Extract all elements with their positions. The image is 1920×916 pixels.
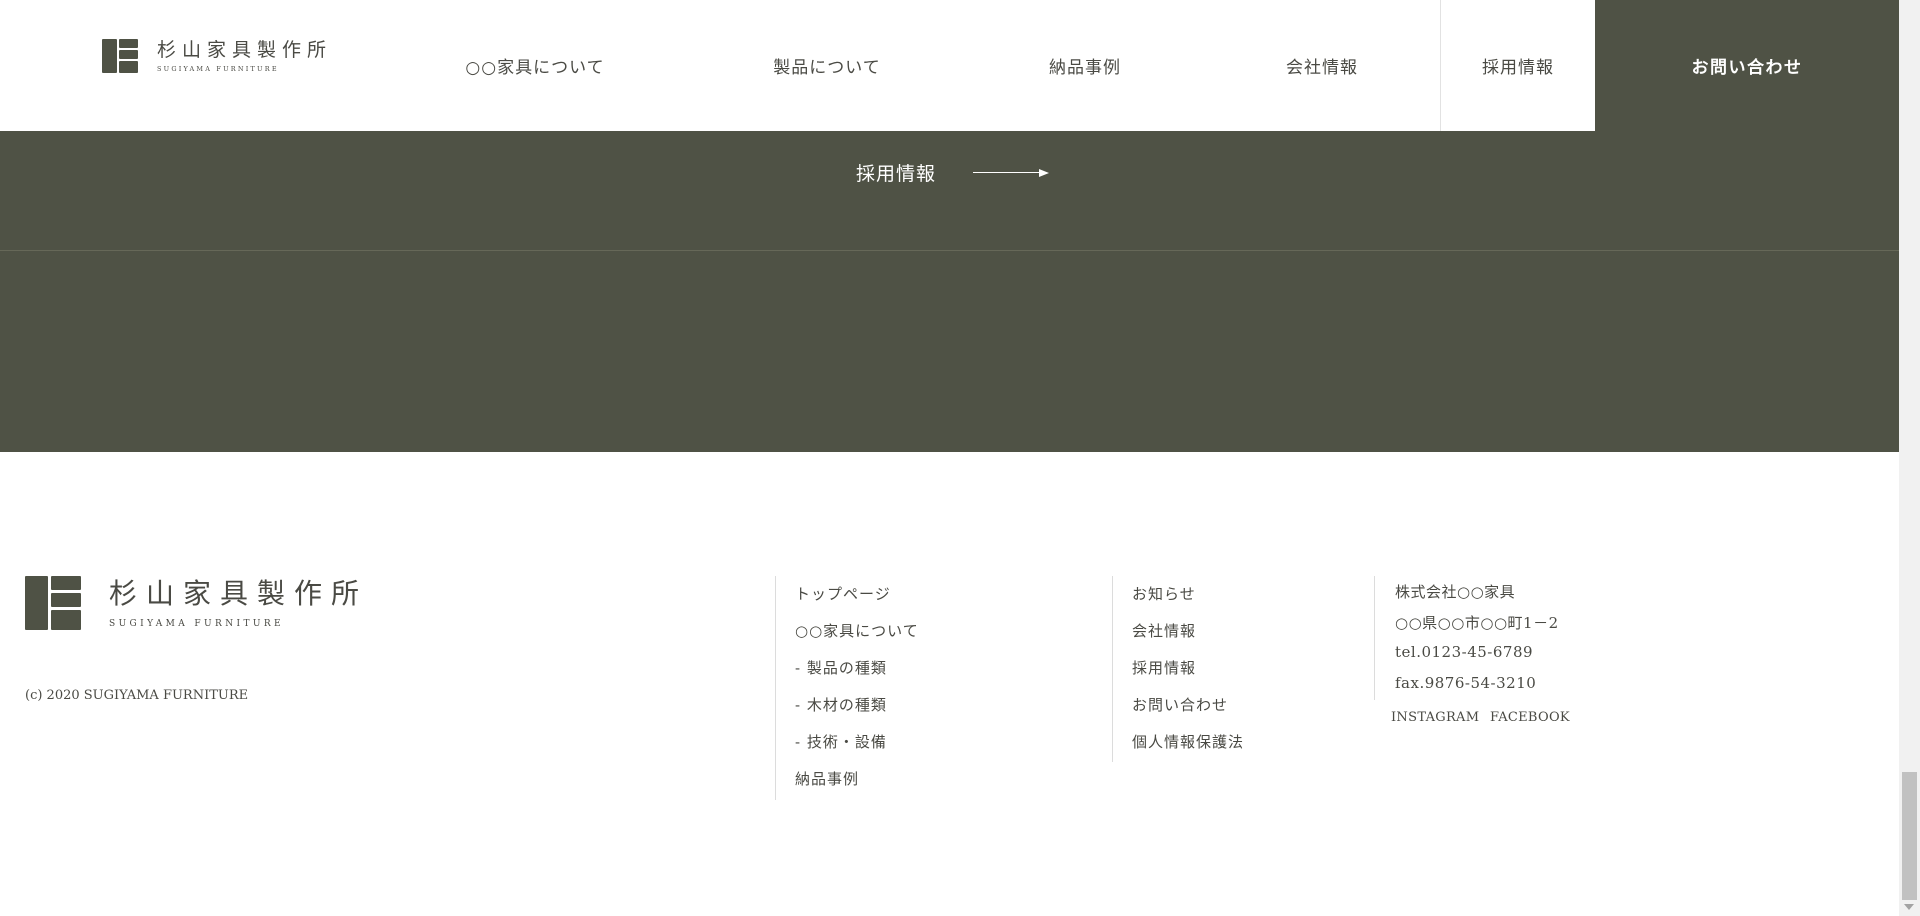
contact-button[interactable]: お問い合わせ <box>1595 0 1899 131</box>
footer-link-tech[interactable]: - 技術・設備 <box>795 731 887 752</box>
scrollbar-thumb[interactable] <box>1902 772 1917 900</box>
footer-link-contact[interactable]: お問い合わせ <box>1132 694 1228 715</box>
nav-item-products[interactable]: 製品について <box>722 0 932 131</box>
footer-logo-name-jp: 杉山家具製作所 <box>109 577 369 610</box>
nav-item-about[interactable]: ○○家具について <box>430 0 640 131</box>
nav-item-cases[interactable]: 納品事例 <box>1005 0 1165 131</box>
footer-link-top[interactable]: トップページ <box>795 583 891 604</box>
recruit-link[interactable]: 採用情報 <box>856 159 1050 186</box>
footer-logo-name-en: SUGIYAMA FURNITURE <box>109 619 284 629</box>
footer-link-news[interactable]: お知らせ <box>1132 583 1196 604</box>
recruit-band: 採用情報 <box>0 131 1899 452</box>
company-name: 株式会社○○家具 <box>1395 583 1516 601</box>
footer-info-links: お知らせ 会社情報 採用情報 お問い合わせ 個人情報保護法 <box>1112 576 1243 762</box>
logo-name-jp: 杉山家具製作所 <box>157 39 333 61</box>
logo-mark-icon <box>25 576 81 630</box>
nav-item-company[interactable]: 会社情報 <box>1242 0 1402 131</box>
logo-mark-icon <box>102 39 138 73</box>
scrollbar[interactable] <box>1899 0 1920 916</box>
footer-company-info: 株式会社○○家具 ○○県○○市○○町1－2 tel.0123-45-6789 f… <box>1374 576 1558 700</box>
footer-link-cases[interactable]: 納品事例 <box>795 768 859 789</box>
footer-link-about[interactable]: ○○家具について <box>795 620 919 641</box>
footer-sitemap: トップページ ○○家具について - 製品の種類 - 木材の種類 - 技術・設備 … <box>775 576 918 800</box>
company-fax: fax.9876-54-3210 <box>1395 674 1537 692</box>
band-divider <box>0 250 1899 251</box>
header-logo[interactable]: 杉山家具製作所 SUGIYAMA FURNITURE <box>102 39 332 74</box>
company-tel: tel.0123-45-6789 <box>1395 643 1534 661</box>
footer-link-privacy[interactable]: 個人情報保護法 <box>1132 731 1244 752</box>
nav-item-recruit[interactable]: 採用情報 <box>1440 0 1595 131</box>
site-header: 杉山家具製作所 SUGIYAMA FURNITURE ○○家具について 製品につ… <box>0 0 1899 131</box>
company-address: ○○県○○市○○町1－2 <box>1395 614 1559 632</box>
page: 杉山家具製作所 SUGIYAMA FURNITURE ○○家具について 製品につ… <box>0 0 1899 916</box>
footer-link-company[interactable]: 会社情報 <box>1132 620 1196 641</box>
instagram-link[interactable]: INSTAGRAM <box>1391 710 1479 725</box>
footer-link-wood-types[interactable]: - 木材の種類 <box>795 694 887 715</box>
scroll-down-arrow-icon[interactable] <box>1904 904 1914 910</box>
footer-link-product-types[interactable]: - 製品の種類 <box>795 657 887 678</box>
recruit-link-label: 採用情報 <box>856 163 937 185</box>
arrow-right-icon <box>973 167 1050 179</box>
footer-link-recruit[interactable]: 採用情報 <box>1132 657 1196 678</box>
facebook-link[interactable]: FACEBOOK <box>1490 710 1570 725</box>
logo-name-en: SUGIYAMA FURNITURE <box>157 65 279 73</box>
footer-logo[interactable]: 杉山家具製作所 SUGIYAMA FURNITURE <box>25 576 368 630</box>
copyright: (c) 2020 SUGIYAMA FURNITURE <box>25 688 249 703</box>
